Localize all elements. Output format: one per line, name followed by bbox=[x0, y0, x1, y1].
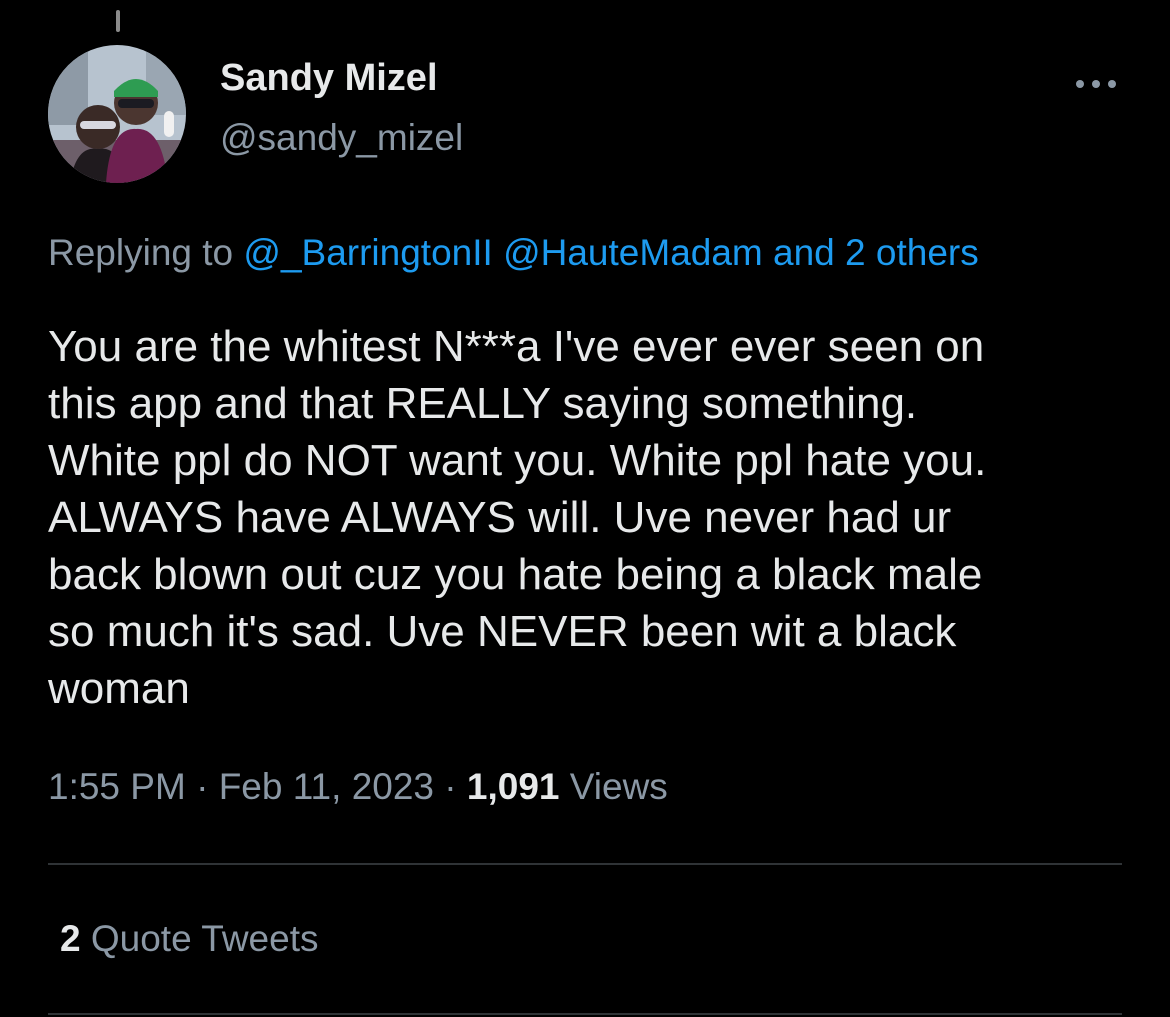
divider bbox=[48, 1013, 1122, 1015]
quote-tweets-link[interactable]: 2 Quote Tweets bbox=[60, 918, 318, 960]
author-handle[interactable]: @sandy_mizel bbox=[220, 117, 463, 159]
divider bbox=[48, 863, 1122, 865]
avatar-photo bbox=[48, 45, 186, 183]
views-label: Views bbox=[559, 766, 668, 807]
meta-separator: · bbox=[434, 766, 467, 807]
thread-connector-line bbox=[116, 10, 120, 32]
quote-tweets-label: Quote Tweets bbox=[80, 918, 319, 959]
avatar[interactable] bbox=[48, 45, 186, 183]
tweet-date-link[interactable]: Feb 11, 2023 bbox=[219, 766, 434, 807]
replying-to-label: Replying to bbox=[48, 232, 234, 273]
more-options-icon[interactable] bbox=[1072, 66, 1120, 102]
replying-to-mentions-link[interactable]: @_BarringtonII @HauteMadam and 2 others bbox=[243, 232, 978, 273]
author-name[interactable]: Sandy Mizel bbox=[220, 57, 438, 100]
tweet-metadata: 1:55 PM · Feb 11, 2023 · 1,091 Views bbox=[48, 766, 668, 808]
tweet-time-link[interactable]: 1:55 PM bbox=[48, 766, 186, 807]
replying-to-line: Replying to @_BarringtonII @HauteMadam a… bbox=[48, 232, 979, 274]
views-count: 1,091 bbox=[466, 766, 560, 807]
meta-separator: · bbox=[185, 766, 219, 807]
tweet-text: You are the whitest N***a I've ever ever… bbox=[48, 322, 987, 713]
quote-tweets-count: 2 bbox=[60, 918, 81, 959]
